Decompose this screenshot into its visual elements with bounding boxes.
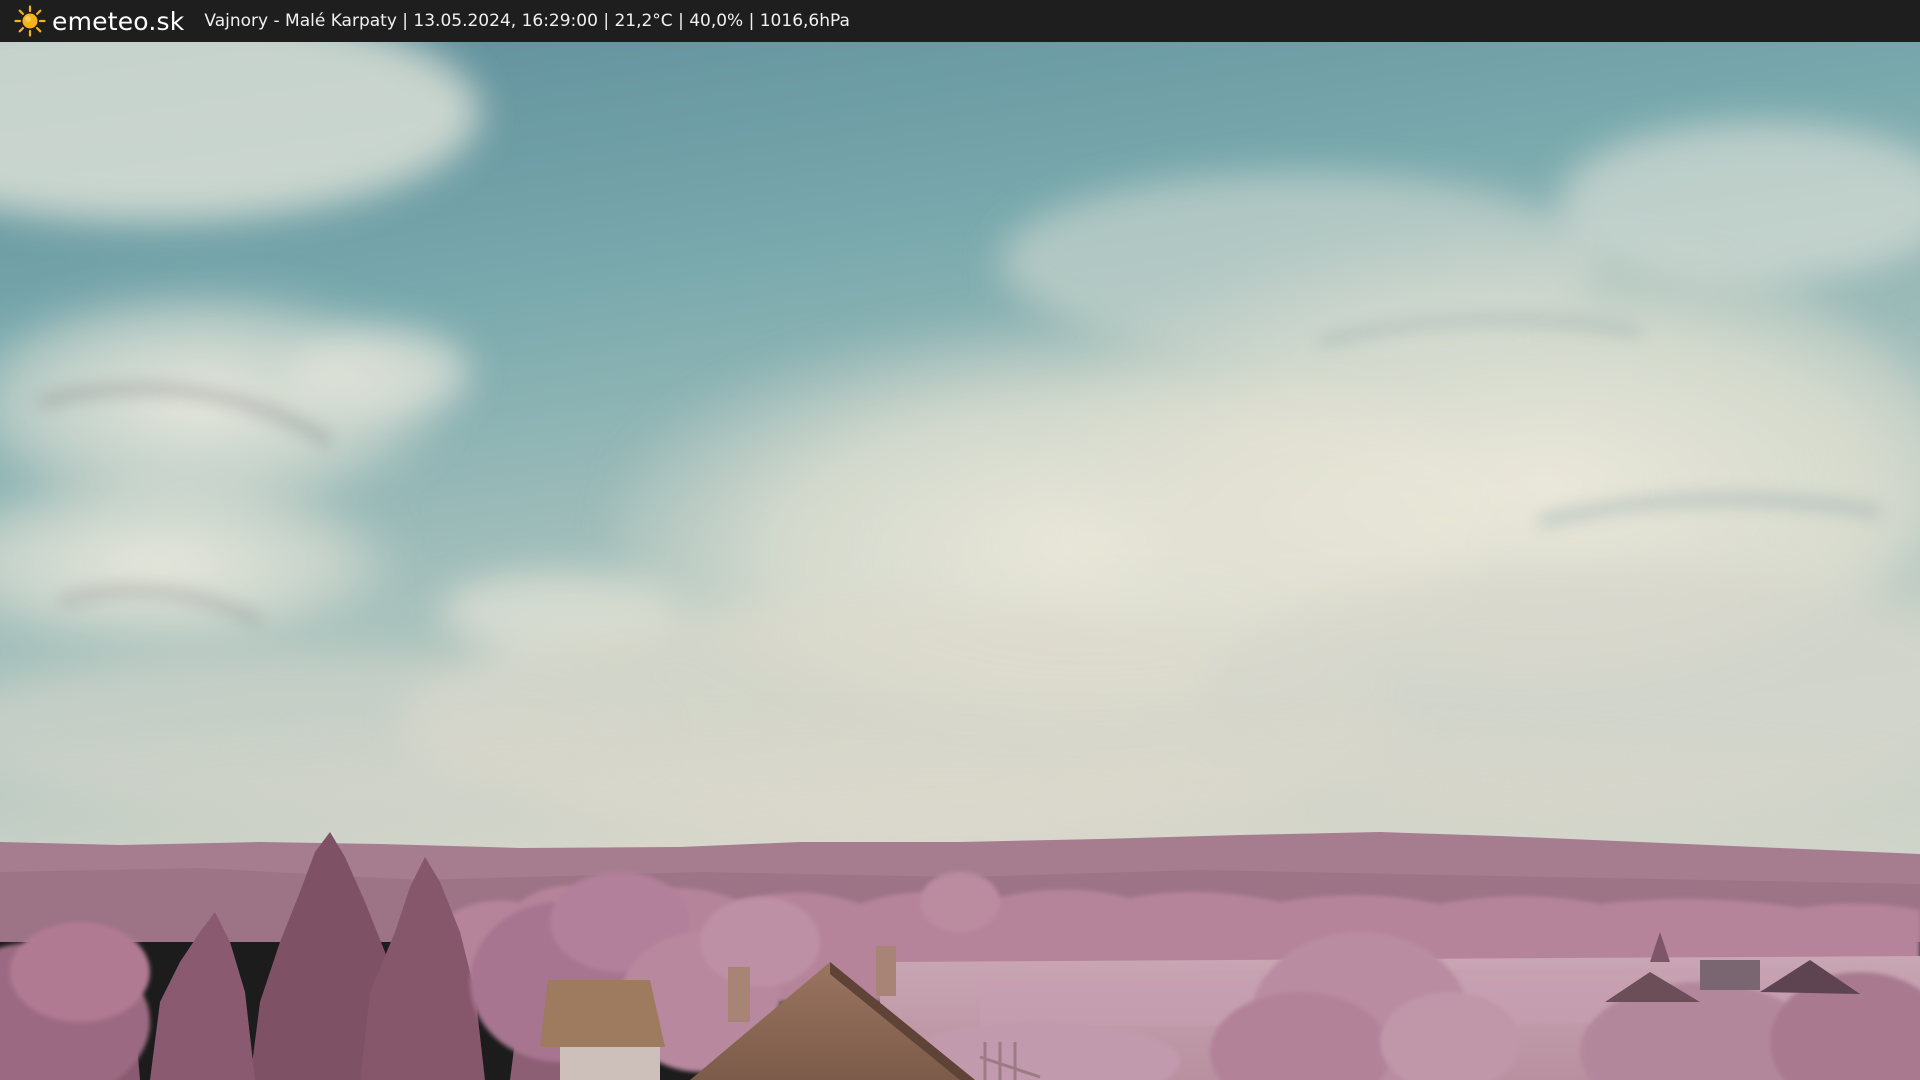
site-logo[interactable]: emeteo.sk xyxy=(14,5,184,37)
webcam-image xyxy=(0,42,1920,1080)
sun-icon xyxy=(14,5,46,37)
webcam-page: emeteo.sk Vajnory - Malé Karpaty | 13.05… xyxy=(0,0,1920,1080)
site-name: emeteo.sk xyxy=(52,6,185,36)
station-readout: Vajnory - Malé Karpaty | 13.05.2024, 16:… xyxy=(204,11,850,31)
info-bar: emeteo.sk Vajnory - Malé Karpaty | 13.05… xyxy=(0,0,1920,42)
